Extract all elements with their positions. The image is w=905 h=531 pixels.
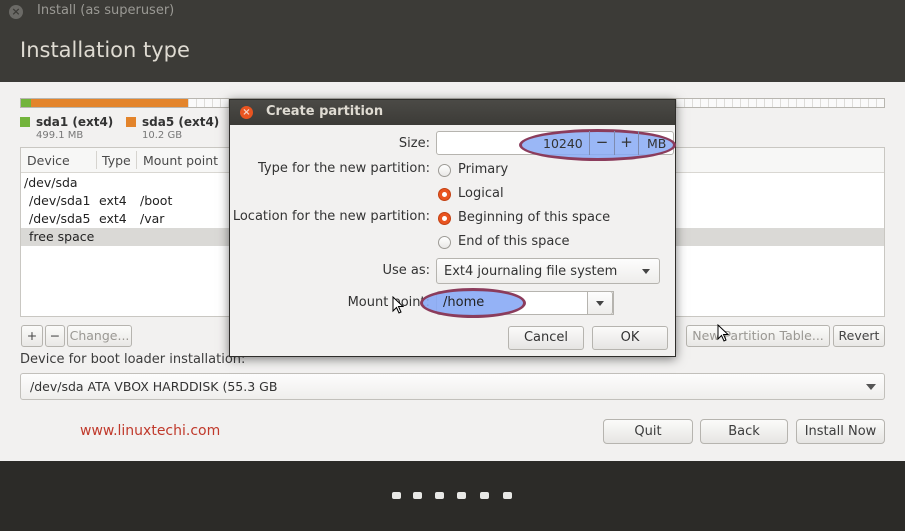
column-header-mount[interactable]: Mount point: [143, 153, 218, 168]
cell-type: ext4: [99, 193, 127, 208]
bootloader-label: Device for boot loader installation:: [20, 352, 246, 367]
legend-name: sda1 (ext4): [36, 115, 114, 129]
progress-dot: [457, 492, 466, 499]
mount-point-value[interactable]: /home: [443, 295, 484, 310]
cell-mount: /var: [140, 211, 165, 226]
size-value[interactable]: 10240: [543, 136, 583, 151]
remove-partition-button[interactable]: −: [45, 325, 65, 347]
dialog-titlebar: × Create partition: [230, 100, 675, 125]
size-increment-button[interactable]: +: [614, 131, 639, 155]
legend-swatch: [20, 117, 30, 127]
column-divider: [136, 151, 137, 169]
legend-swatch: [126, 117, 136, 127]
cell-device: /dev/sda1: [29, 193, 91, 208]
size-label: Size:: [398, 136, 430, 151]
progress-dot: [392, 492, 401, 499]
cancel-button[interactable]: Cancel: [508, 326, 584, 350]
chevron-down-icon: [596, 301, 604, 306]
cell-device: /dev/sda: [24, 175, 78, 190]
cell-mount: /boot: [140, 193, 173, 208]
useas-select[interactable]: Ext4 journaling file system: [436, 258, 660, 284]
radio-beginning[interactable]: [438, 212, 451, 225]
radio-end-label[interactable]: End of this space: [458, 234, 570, 249]
new-partition-table-button[interactable]: New Partition Table...: [686, 325, 830, 347]
mouse-cursor-icon: [392, 296, 404, 314]
quit-button[interactable]: Quit: [603, 419, 693, 444]
partition-type-label: Type for the new partition:: [257, 161, 430, 176]
bootloader-value: /dev/sda ATA VBOX HARDDISK (55.3 GB: [30, 379, 278, 394]
radio-end[interactable]: [438, 236, 451, 249]
column-header-device[interactable]: Device: [27, 153, 70, 168]
revert-button[interactable]: Revert: [833, 325, 885, 347]
radio-logical-label[interactable]: Logical: [458, 186, 504, 201]
legend-size: 10.2 GB: [142, 130, 183, 141]
watermark: www.linuxtechi.com: [80, 423, 221, 439]
useas-value: Ext4 journaling file system: [444, 264, 618, 279]
add-partition-button[interactable]: +: [21, 325, 43, 347]
close-icon[interactable]: ×: [9, 5, 23, 19]
dialog-title: Create partition: [266, 104, 384, 119]
progress-dot: [435, 492, 444, 499]
window-titlebar: × Install (as superuser): [0, 0, 905, 24]
install-now-button[interactable]: Install Now: [796, 419, 885, 444]
legend-item-sda1: sda1 (ext4) 499.1 MB: [20, 115, 114, 141]
progress-dot: [413, 492, 422, 499]
ok-button[interactable]: OK: [592, 326, 668, 350]
radio-primary[interactable]: [438, 164, 451, 177]
page-title: Installation type: [20, 38, 190, 62]
location-label: Location for the new partition:: [232, 209, 430, 224]
legend-size: 499.1 MB: [36, 130, 84, 141]
chevron-down-icon: [642, 269, 650, 274]
change-partition-button[interactable]: Change...: [67, 325, 132, 347]
size-unit: MB: [647, 136, 667, 151]
page-header: Installation type: [0, 24, 905, 82]
back-button[interactable]: Back: [700, 419, 788, 444]
legend-name: sda5 (ext4): [142, 115, 220, 129]
progress-footer: [0, 461, 905, 531]
column-header-type[interactable]: Type: [102, 153, 131, 168]
legend-item-sda5: sda5 (ext4) 10.2 GB: [126, 115, 220, 141]
useas-label: Use as:: [382, 263, 430, 278]
radio-primary-label[interactable]: Primary: [458, 162, 508, 177]
bootloader-select[interactable]: /dev/sda ATA VBOX HARDDISK (55.3 GB: [20, 373, 885, 400]
column-divider: [96, 151, 97, 169]
cell-type: ext4: [99, 211, 127, 226]
window-title: Install (as superuser): [37, 3, 175, 18]
mouse-cursor-icon: [717, 324, 729, 342]
partition-bar-sda1: [21, 99, 31, 107]
size-decrement-button[interactable]: −: [589, 131, 614, 155]
cell-device: /dev/sda5: [29, 211, 91, 226]
create-partition-dialog: × Create partition Size: 10240 − + MB Ty…: [229, 99, 676, 357]
mount-point-label: Mount point:: [347, 295, 430, 310]
radio-beginning-label[interactable]: Beginning of this space: [458, 210, 610, 225]
chevron-down-icon: [866, 384, 876, 390]
mount-point-dropdown-button[interactable]: [587, 291, 613, 315]
radio-logical[interactable]: [438, 188, 451, 201]
close-icon[interactable]: ×: [240, 106, 253, 119]
progress-dot: [503, 492, 512, 499]
cell-device: free space: [29, 229, 95, 244]
partition-bar-sda5: [31, 99, 188, 107]
progress-dot: [480, 492, 489, 499]
